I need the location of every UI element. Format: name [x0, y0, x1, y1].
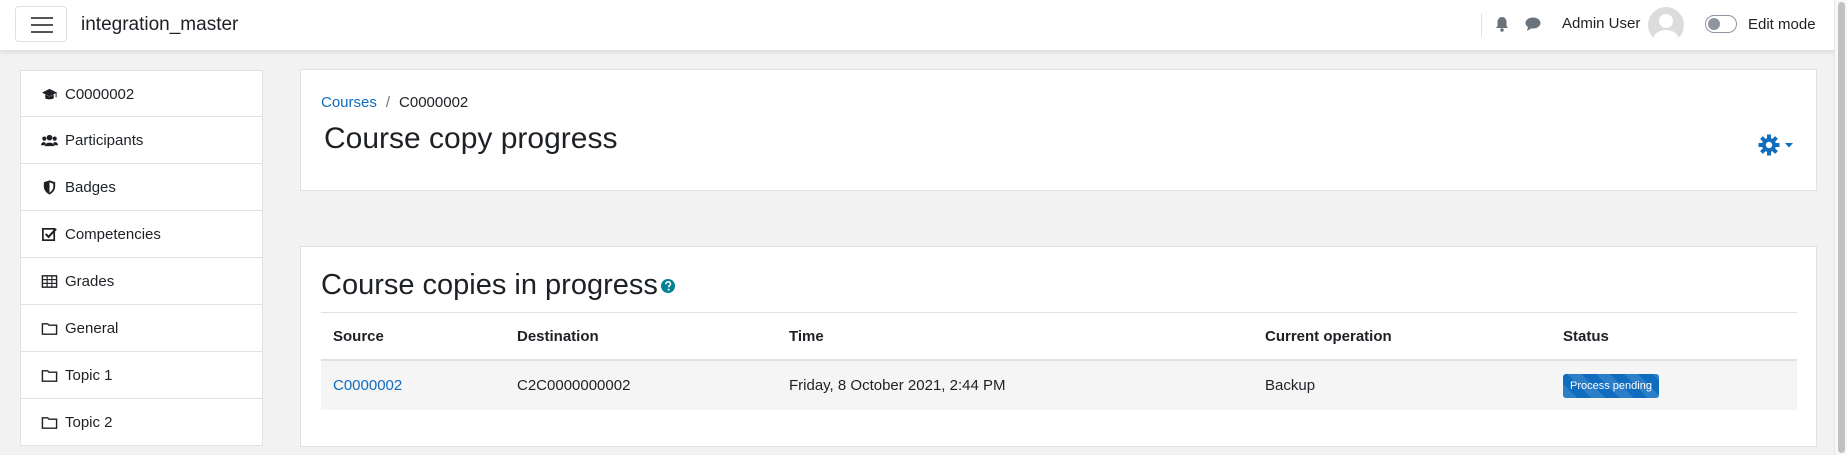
course-copies-card: Course copies in progress Source Destina…: [300, 246, 1817, 447]
cell-destination: C2C0000000002: [505, 360, 777, 410]
copies-table-wrapper: Source Destination Time Current operatio…: [321, 312, 1797, 410]
page-scrollbar[interactable]: [1834, 0, 1847, 455]
sidebar-item-label: Competencies: [65, 226, 161, 243]
sidebar-item-topic-1[interactable]: Topic 1: [20, 352, 263, 399]
column-header-status: Status: [1551, 313, 1797, 361]
breadcrumb-current: C0000002: [399, 94, 469, 111]
breadcrumb-separator: /: [385, 94, 391, 111]
folder-icon: [41, 370, 58, 382]
page-header: Courses / C0000002 Course copy progress: [300, 69, 1817, 191]
section-title: Course copies in progress: [321, 269, 676, 302]
site-name[interactable]: integration_master: [81, 14, 238, 36]
copies-table: Source Destination Time Current operatio…: [321, 313, 1797, 410]
column-header-destination: Destination: [505, 313, 777, 361]
folder-icon: [41, 323, 58, 335]
hamburger-bar: [31, 24, 53, 26]
toggle-knob: [1708, 18, 1720, 30]
page-title: Course copy progress: [324, 122, 618, 155]
sidebar-item-participants[interactable]: Participants: [20, 117, 263, 164]
sidebar-item-competencies[interactable]: Competencies: [20, 211, 263, 258]
graduation-cap-icon: [41, 88, 58, 100]
sidebar-item-label: Topic 2: [65, 414, 113, 431]
bell-icon[interactable]: [1493, 15, 1511, 33]
sidebar-item-label: Grades: [65, 273, 115, 290]
sidebar-item-label: C0000002: [65, 86, 135, 103]
edit-mode-toggle[interactable]: [1705, 15, 1737, 33]
section-title-text: Course copies in progress: [321, 269, 658, 301]
folder-icon: [41, 417, 58, 429]
sidebar-item-general[interactable]: General: [20, 305, 263, 352]
sidebar-item-course[interactable]: C0000002: [20, 70, 263, 117]
users-icon: [41, 134, 58, 147]
breadcrumb-courses-link[interactable]: Courses: [321, 94, 377, 111]
status-badge: Process pending: [1563, 373, 1659, 398]
avatar-icon: [1653, 14, 1679, 43]
top-navbar: integration_master Admin User Edit mode: [0, 0, 1847, 51]
navbar-divider: [1481, 13, 1482, 37]
table-icon: [41, 275, 58, 288]
user-name[interactable]: Admin User: [1562, 15, 1640, 32]
source-course-link[interactable]: C0000002: [333, 377, 402, 394]
hamburger-bar: [31, 17, 53, 19]
course-index-sidebar: C0000002 Participants Badges Competencie…: [20, 70, 263, 446]
sidebar-item-grades[interactable]: Grades: [20, 258, 263, 305]
table-header-row: Source Destination Time Current operatio…: [321, 313, 1797, 361]
column-header-source: Source: [321, 313, 505, 361]
cell-time: Friday, 8 October 2021, 2:44 PM: [777, 360, 1253, 410]
menu-toggle-button[interactable]: [15, 6, 67, 42]
help-icon[interactable]: [660, 278, 676, 294]
hamburger-bar: [31, 31, 53, 33]
shield-icon: [43, 180, 56, 195]
sidebar-item-label: General: [65, 320, 119, 337]
cell-source: C0000002: [321, 360, 505, 410]
cell-operation: Backup: [1253, 360, 1551, 410]
gear-icon: [1758, 134, 1780, 156]
user-avatar[interactable]: [1648, 7, 1684, 43]
settings-menu-button[interactable]: [1757, 133, 1795, 157]
table-row: C0000002 C2C0000000002 Friday, 8 October…: [321, 360, 1797, 410]
checkbox-icon: [42, 227, 57, 242]
sidebar-item-topic-2[interactable]: Topic 2: [20, 399, 263, 446]
edit-mode-label: Edit mode: [1748, 16, 1816, 33]
sidebar-item-label: Badges: [65, 179, 116, 196]
sidebar-item-label: Topic 1: [65, 367, 113, 384]
column-header-time: Time: [777, 313, 1253, 361]
sidebar-item-badges[interactable]: Badges: [20, 164, 263, 211]
breadcrumb: Courses / C0000002: [321, 94, 468, 111]
sidebar-item-label: Participants: [65, 132, 144, 149]
scrollbar-thumb[interactable]: [1838, 2, 1845, 453]
caret-down-icon: [1785, 143, 1793, 148]
column-header-current-operation: Current operation: [1253, 313, 1551, 361]
chat-icon[interactable]: [1524, 15, 1542, 33]
cell-status: Process pending: [1551, 360, 1797, 410]
